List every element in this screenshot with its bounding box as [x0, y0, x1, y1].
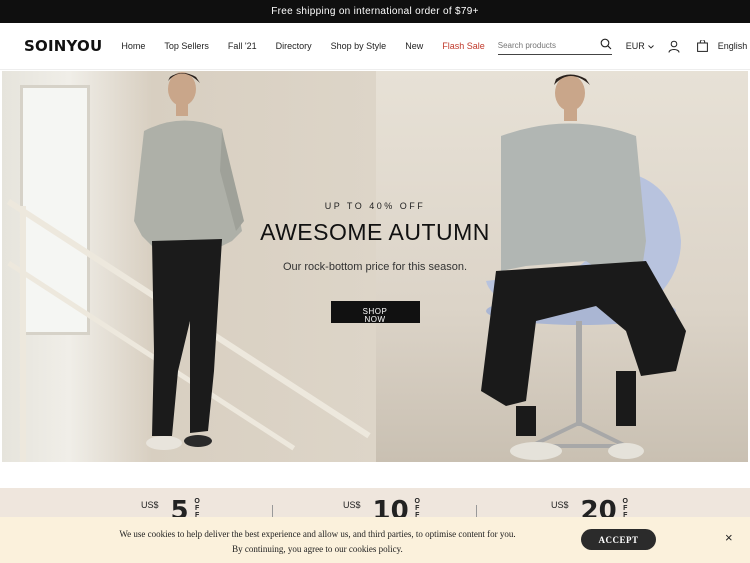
coupon-currency: US$ — [343, 500, 361, 510]
coupon-off-label: OFF — [193, 498, 201, 519]
currency-selector[interactable]: EUR — [626, 41, 654, 51]
nav-top-sellers[interactable]: Top Sellers — [164, 41, 209, 51]
cookie-message: We use cookies to help deliver the best … — [110, 527, 525, 557]
coupon-off-label: OFF — [413, 498, 421, 519]
hero-title: AWESOME AUTUMN — [260, 219, 490, 245]
nav-shop-by-style[interactable]: Shop by Style — [331, 41, 387, 51]
nav-new[interactable]: New — [405, 41, 423, 51]
user-icon[interactable] — [668, 40, 680, 53]
divider — [476, 505, 477, 517]
announcement-bar: Free shipping on international order of … — [0, 0, 750, 23]
site-header: SOINYOU Home Top Sellers Fall '21 Direct… — [0, 23, 750, 70]
cookie-line-2: By continuing, you agree to our cookies … — [232, 544, 403, 554]
coupon-off-label: OFF — [621, 498, 629, 519]
bag-icon[interactable] — [696, 40, 708, 52]
nav-directory[interactable]: Directory — [276, 41, 312, 51]
language-selector[interactable]: English — [718, 41, 750, 51]
shop-now-button[interactable]: SHOP NOW — [330, 301, 420, 324]
coupon-currency: US$ — [551, 500, 569, 510]
nav-home[interactable]: Home — [121, 41, 145, 51]
hero-subtitle: Our rock-bottom price for this season. — [282, 261, 467, 273]
accept-cookies-button[interactable]: ACCEPT — [581, 529, 656, 550]
close-icon[interactable]: × — [725, 531, 733, 545]
hero-banner[interactable]: UP TO 40% OFF AWESOME AUTUMN Our rock-bo… — [2, 71, 748, 462]
search-input[interactable] — [497, 41, 598, 50]
cookie-banner: We use cookies to help deliver the best … — [0, 517, 750, 563]
hero-content: UP TO 40% OFF AWESOME AUTUMN Our rock-bo… — [2, 201, 748, 327]
nav-fall-21[interactable]: Fall '21 — [228, 41, 257, 51]
language-label: English — [717, 41, 748, 51]
search-icon[interactable] — [598, 37, 612, 55]
divider — [272, 505, 273, 517]
coupon-currency: US$ — [141, 500, 159, 510]
currency-label: EUR — [625, 41, 645, 51]
chevron-down-icon — [647, 41, 654, 51]
logo[interactable]: SOINYOU — [24, 37, 102, 55]
nav-flash-sale[interactable]: Flash Sale — [442, 41, 485, 51]
cookie-line-1: We use cookies to help deliver the best … — [119, 529, 516, 539]
main-nav: Home Top Sellers Fall '21 Directory Shop… — [121, 41, 503, 51]
hero-kicker: UP TO 40% OFF — [324, 201, 426, 211]
search-bar — [497, 37, 612, 55]
announcement-text: Free shipping on international order of … — [271, 6, 479, 17]
